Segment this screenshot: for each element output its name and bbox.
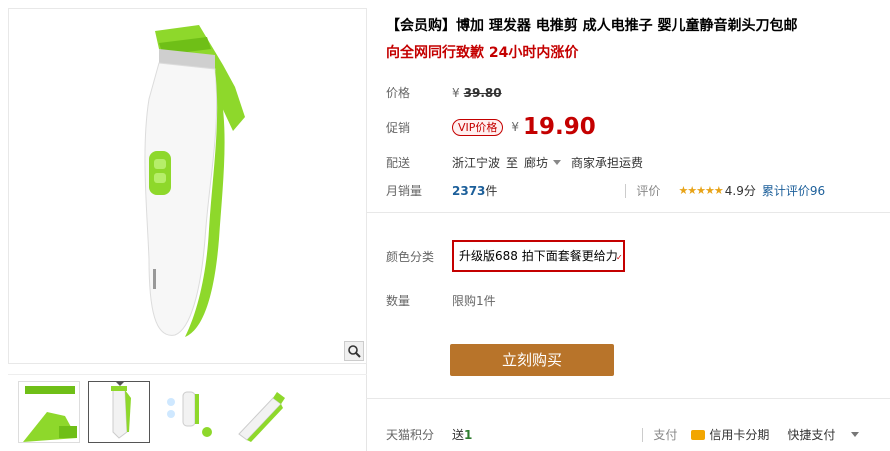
hair-clipper-image [144, 25, 245, 337]
tmall-points-label: 天猫积分 [386, 428, 435, 442]
payment-label: 支付 [653, 428, 678, 442]
price-label: 价格 [386, 86, 411, 100]
shipping-label: 配送 [386, 156, 411, 170]
thumbnail-strip [8, 374, 367, 451]
price-currency: ¥ [452, 85, 460, 100]
chevron-down-icon [553, 160, 562, 165]
price-row: 价格 ¥ 39.80 [386, 84, 502, 101]
rating-score: 4.9分 [724, 184, 756, 198]
shipping-to: 至 [506, 156, 519, 170]
points-value: 1 [464, 427, 473, 442]
quantity-label: 数量 [386, 294, 411, 308]
section-divider [366, 398, 890, 399]
shipping-origin: 浙江宁波 [452, 156, 501, 170]
sales-row: 月销量 2373 件 评价 ★★★★★ 4.9分 累计评价96 [386, 182, 886, 199]
shipping-fee: 商家承担运费 [571, 156, 644, 170]
thumbnail-4[interactable] [228, 381, 290, 443]
divider [642, 427, 644, 442]
shipping-destination: 廊坊 [524, 156, 549, 170]
shipping-destination-select[interactable]: 廊坊 [524, 154, 571, 171]
color-category-label: 颜色分类 [386, 249, 435, 264]
thumbnail-1[interactable] [18, 381, 80, 443]
rating-stars-icon: ★★★★★ [678, 184, 723, 197]
footer-row: 天猫积分 送 1 支付 信用卡分期 快捷支付 [386, 426, 886, 443]
product-subtitle: 向全网同行致歉 24小时内涨价 [386, 45, 579, 61]
chevron-down-icon[interactable] [851, 432, 860, 437]
monthly-sales-label: 月销量 [386, 184, 423, 198]
product-gallery [8, 8, 367, 451]
thumbnail-3[interactable] [158, 381, 220, 443]
credit-installment[interactable]: 信用卡分期 [709, 426, 769, 443]
monthly-sales-unit: 件 [485, 184, 498, 198]
monthly-sales-count: 2373 [452, 183, 486, 198]
quantity-row: 数量 限购1件 [386, 292, 496, 309]
sku-option-selected[interactable]: 升级版688 拍下面套餐更给力 [452, 240, 625, 272]
original-price: 39.80 [463, 85, 502, 100]
zoom-icon[interactable] [344, 341, 364, 361]
total-reviews-link[interactable]: 累计评价96 [762, 182, 825, 199]
promo-label: 促销 [386, 120, 411, 135]
vip-price-badge: VIP价格 [452, 118, 504, 136]
credit-card-icon [691, 429, 706, 440]
purchase-limit: 限购1件 [452, 294, 496, 308]
main-product-image[interactable] [8, 8, 367, 364]
sku-row: 颜色分类 升级版688 拍下面套餐更给力 [386, 240, 625, 272]
points-prefix: 送 [452, 428, 465, 442]
thumbnail-2[interactable] [88, 381, 150, 443]
promo-currency: ¥ [511, 120, 520, 134]
product-title: 【会员购】博加 理发器 电推剪 成人电推子 婴儿童静音剃头刀包邮 [386, 18, 798, 34]
shipping-row: 配送 浙江宁波 至 廊坊 商家承担运费 [386, 154, 643, 171]
buy-now-button[interactable]: 立刻购买 [450, 344, 614, 376]
section-divider [366, 212, 890, 213]
promo-row: 促销 VIP价格 ¥ 19.90 [386, 114, 596, 140]
quick-pay[interactable]: 快捷支付 [787, 426, 835, 443]
rating-label: 评价 [636, 184, 661, 198]
divider [625, 183, 627, 198]
promo-price: 19.90 [523, 114, 596, 140]
